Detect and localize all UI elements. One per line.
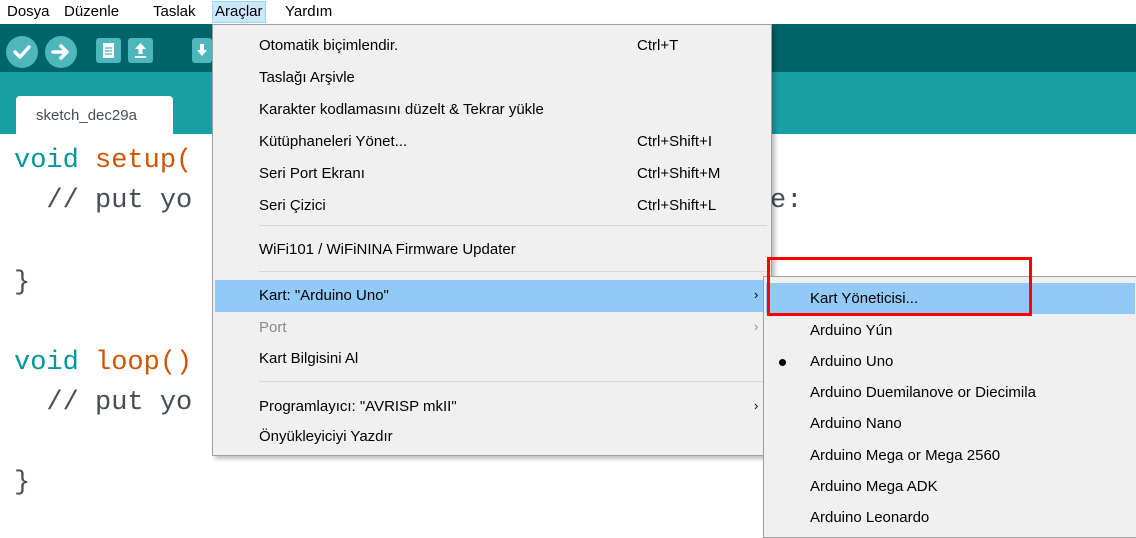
code-line-6: } xyxy=(14,468,31,498)
menu-item-programmer[interactable]: Programlayıcı: "AVRISP mkII" › xyxy=(213,391,771,423)
selected-radio-icon xyxy=(779,359,786,366)
submenu-item-arduino-leonardo[interactable]: Arduino Leonardo xyxy=(764,502,1136,533)
upload-icon[interactable] xyxy=(45,36,77,68)
menu-separator xyxy=(259,225,767,226)
menu-item-board[interactable]: Kart: "Arduino Uno" › xyxy=(215,280,769,312)
function-loop: loop() xyxy=(78,348,193,378)
menu-item-manage-libraries[interactable]: Kütüphaneleri Yönet... Ctrl+Shift+I xyxy=(213,126,771,158)
tab-sketch[interactable]: sketch_dec29a xyxy=(16,96,173,134)
code-line-1: void setup( xyxy=(14,146,192,176)
code-line-2-tail: e: xyxy=(770,186,803,216)
submenu-item-arduino-mega[interactable]: Arduino Mega or Mega 2560 xyxy=(764,440,1136,471)
tab-label: sketch_dec29a xyxy=(36,107,137,124)
comment-text: // put yo xyxy=(14,388,193,418)
menu-araclar[interactable]: Araçlar xyxy=(212,1,266,23)
menu-item-auto-format[interactable]: Otomatik biçimlendir. Ctrl+T xyxy=(213,30,771,62)
keyword-void: void xyxy=(14,146,79,176)
menu-bar: Dosya Düzenle Taslak Araçlar Yardım xyxy=(0,0,1136,24)
menu-item-burn-bootloader[interactable]: Önyükleyiciyi Yazdır xyxy=(213,421,771,453)
menu-item-archive-sketch[interactable]: Taslağı Arşivle xyxy=(213,62,771,94)
code-line-2: // put yo xyxy=(14,186,192,216)
comment-text: // put yo xyxy=(14,186,193,216)
code-line-4: void loop() xyxy=(14,348,192,378)
menu-dosya[interactable]: Dosya xyxy=(5,3,52,21)
submenu-item-arduino-yun[interactable]: Arduino Yún xyxy=(764,315,1136,346)
new-icon[interactable] xyxy=(96,38,121,63)
menu-item-firmware-updater[interactable]: WiFi101 / WiFiNINA Firmware Updater xyxy=(213,234,771,266)
menu-item-board-info[interactable]: Kart Bilgisini Al xyxy=(213,343,771,375)
submenu-item-arduino-nano[interactable]: Arduino Nano xyxy=(764,408,1136,439)
menu-taslak[interactable]: Taslak xyxy=(151,3,198,21)
code-line-3: } xyxy=(14,268,31,298)
menu-item-serial-monitor[interactable]: Seri Port Ekranı Ctrl+Shift+M xyxy=(213,158,771,190)
submenu-item-arduino-duemilanove[interactable]: Arduino Duemilanove or Diecimila xyxy=(764,377,1136,408)
menu-duzenle[interactable]: Düzenle xyxy=(62,3,121,21)
chevron-right-icon: › xyxy=(754,398,759,413)
menu-item-fix-encoding[interactable]: Karakter kodlamasını düzelt & Tekrar yük… xyxy=(213,94,771,126)
code-line-5: // put yo xyxy=(14,388,192,418)
open-icon[interactable] xyxy=(128,38,153,63)
tools-menu: Otomatik biçimlendir. Ctrl+T Taslağı Arşi… xyxy=(212,24,772,456)
menu-separator xyxy=(259,271,767,272)
menu-item-port: Port › xyxy=(259,319,759,336)
menu-yardim[interactable]: Yardım xyxy=(283,3,334,21)
keyword-void: void xyxy=(14,348,79,378)
save-icon[interactable] xyxy=(192,38,212,63)
submenu-item-arduino-mega-adk[interactable]: Arduino Mega ADK xyxy=(764,471,1136,502)
verify-icon[interactable] xyxy=(6,36,38,68)
menu-separator xyxy=(259,381,767,382)
menu-item-serial-plotter[interactable]: Seri Çizici Ctrl+Shift+L xyxy=(213,190,771,222)
chevron-right-icon: › xyxy=(754,287,759,302)
function-setup: setup( xyxy=(78,146,193,176)
highlight-callout-box xyxy=(767,257,1032,316)
chevron-right-icon: › xyxy=(754,319,759,334)
submenu-item-arduino-uno[interactable]: Arduino Uno xyxy=(764,346,1136,377)
